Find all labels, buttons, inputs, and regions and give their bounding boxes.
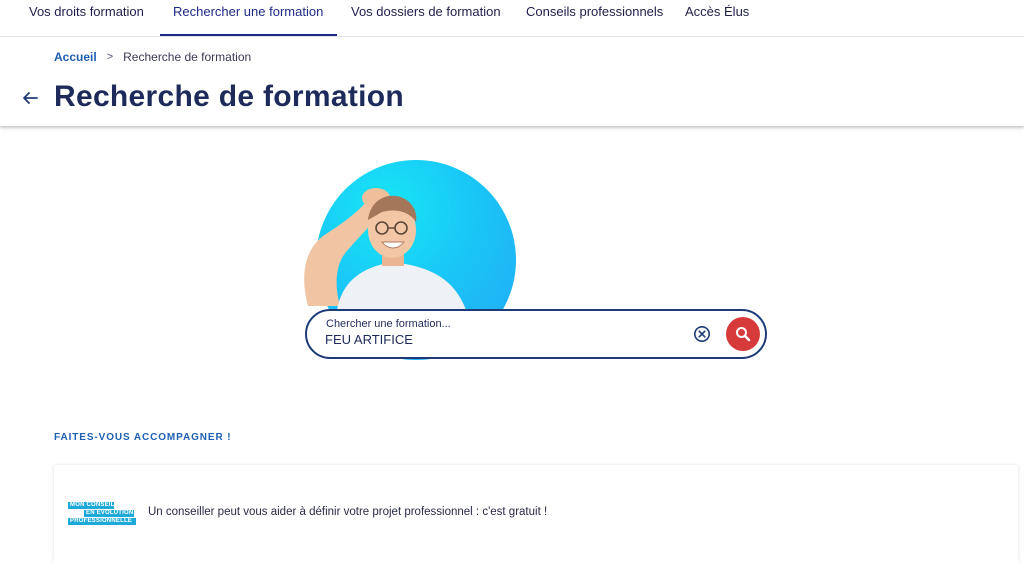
logo-line: EN ÉVOLUTION: [84, 510, 134, 517]
nav-item-conseils-professionnels[interactable]: Conseils professionnels: [526, 0, 663, 37]
search-box: Chercher une formation...: [305, 309, 767, 359]
back-arrow-icon[interactable]: [21, 89, 39, 107]
mon-conseil-logo: MON CONSEIL EN ÉVOLUTION PROFESSIONNELLE: [68, 502, 136, 525]
magnifier-icon: [736, 327, 751, 342]
section-heading-accompagnement: FAITES-VOUS ACCOMPAGNER !: [54, 432, 232, 443]
nav-item-acces-elus[interactable]: Accès Élus: [685, 0, 749, 37]
logo-line: MON CONSEIL: [68, 502, 115, 509]
page-title: Recherche de formation: [54, 80, 405, 113]
clear-search-icon[interactable]: [693, 325, 711, 343]
nav-item-dossiers-formation[interactable]: Vos dossiers de formation: [351, 0, 501, 37]
search-button[interactable]: [726, 317, 760, 351]
search-input[interactable]: [325, 330, 665, 348]
hero-person-image: [304, 188, 468, 316]
nav-item-rechercher-formation[interactable]: Rechercher une formation: [173, 0, 323, 37]
breadcrumb-separator: >: [106, 51, 114, 63]
search-field-label: Chercher une formation...: [326, 318, 451, 330]
advisor-card[interactable]: MON CONSEIL EN ÉVOLUTION PROFESSIONNELLE…: [54, 465, 1018, 563]
top-navigation: Vos droits formation Rechercher une form…: [0, 0, 1024, 37]
breadcrumb: Accueil > Recherche de formation: [54, 50, 251, 64]
breadcrumb-home-link[interactable]: Accueil: [54, 50, 97, 64]
breadcrumb-current: Recherche de formation: [123, 50, 252, 64]
nav-item-droits-formation[interactable]: Vos droits formation: [29, 0, 144, 37]
active-tab-indicator: [160, 34, 337, 36]
logo-line: PROFESSIONNELLE: [68, 518, 136, 525]
advisor-card-text: Un conseiller peut vous aider à définir …: [148, 506, 548, 518]
page-header: Accueil > Recherche de formation Recherc…: [0, 37, 1024, 126]
